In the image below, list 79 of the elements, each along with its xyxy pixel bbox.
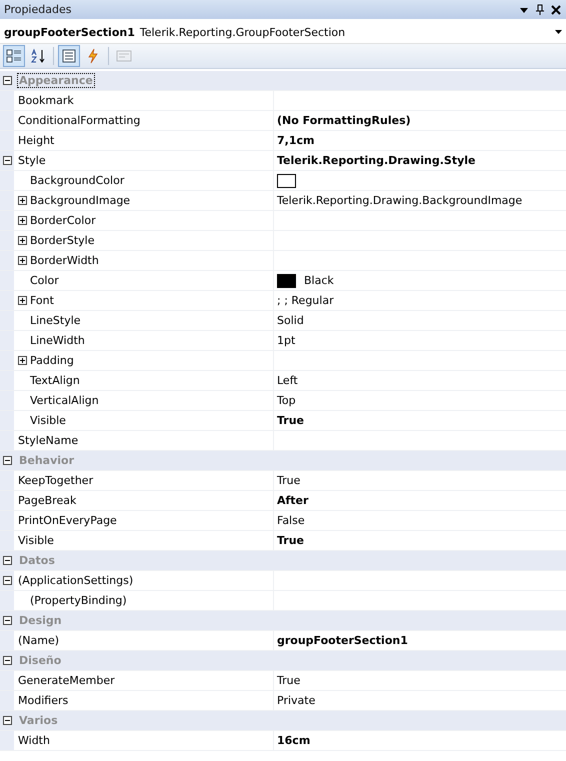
collapse-icon[interactable] xyxy=(2,156,12,165)
category-header[interactable]: Diseño xyxy=(14,651,566,670)
property-name: KeepTogether xyxy=(18,474,94,487)
expand-icon[interactable] xyxy=(18,216,27,225)
expand-icon[interactable] xyxy=(18,196,27,205)
object-name: groupFooterSection1 xyxy=(4,26,135,38)
property-name: StyleName xyxy=(18,434,78,447)
property-value: True xyxy=(277,414,304,427)
close-icon[interactable] xyxy=(550,4,562,16)
property-name: Modifiers xyxy=(18,694,68,707)
property-value: Top xyxy=(277,394,296,407)
property-name: PrintOnEveryPage xyxy=(18,514,117,527)
sort-icon xyxy=(30,48,46,64)
categorized-icon xyxy=(6,48,22,64)
property-name: VerticalAlign xyxy=(30,394,99,407)
collapse-icon[interactable] xyxy=(2,556,12,565)
collapse-icon[interactable] xyxy=(2,456,12,465)
property-value: True xyxy=(277,534,304,547)
category-header[interactable]: Design xyxy=(14,611,566,630)
property-value: 7,1cm xyxy=(277,134,314,147)
property-value: Solid xyxy=(277,314,304,327)
property-name: Visible xyxy=(30,414,66,427)
property-value: 1pt xyxy=(277,334,296,347)
pages-icon xyxy=(116,48,132,64)
collapse-icon[interactable] xyxy=(2,716,12,725)
category-header[interactable]: Behavior xyxy=(14,451,566,470)
expand-icon[interactable] xyxy=(18,236,27,245)
collapse-icon[interactable] xyxy=(2,76,12,85)
property-value: Left xyxy=(277,374,298,387)
window-title: Propiedades xyxy=(4,3,72,16)
toolbar-button[interactable] xyxy=(58,45,80,67)
property-value: True xyxy=(277,474,300,487)
property-name: Color xyxy=(30,274,59,287)
property-value: groupFooterSection1 xyxy=(277,634,408,647)
property-name: PageBreak xyxy=(18,494,76,507)
category-header[interactable]: Varios xyxy=(14,711,566,730)
category-header[interactable]: Appearance xyxy=(14,71,566,90)
property-name: ConditionalFormatting xyxy=(18,114,140,127)
property-name: BorderWidth xyxy=(30,254,99,267)
property-name: BackgroundColor xyxy=(30,174,124,187)
pin-icon[interactable] xyxy=(534,4,546,16)
property-value: (No FormattingRules) xyxy=(277,114,411,127)
expand-icon[interactable] xyxy=(18,356,27,365)
property-name: (ApplicationSettings) xyxy=(18,574,134,587)
property-value: ; ; Regular xyxy=(277,294,334,307)
object-type: Telerik.Reporting.GroupFooterSection xyxy=(140,26,346,38)
property-name: Height xyxy=(18,134,54,147)
property-name: BorderColor xyxy=(30,214,96,227)
property-name: Visible xyxy=(18,534,54,547)
property-name: LineWidth xyxy=(30,334,85,347)
property-name: Bookmark xyxy=(18,94,74,107)
property-value: Telerik.Reporting.Drawing.BackgroundImage xyxy=(277,194,522,207)
property-name: Style xyxy=(18,154,46,167)
property-name: GenerateMember xyxy=(18,674,115,687)
property-value: Black xyxy=(304,274,334,287)
property-value: False xyxy=(277,514,305,527)
property-value: True xyxy=(277,674,300,687)
property-value: After xyxy=(277,494,308,507)
collapse-icon[interactable] xyxy=(2,616,12,625)
property-value: 16cm xyxy=(277,734,310,747)
property-name: (PropertyBinding) xyxy=(30,594,127,607)
expand-icon[interactable] xyxy=(18,256,27,265)
property-name: Padding xyxy=(30,354,74,367)
property-name: TextAlign xyxy=(30,374,80,387)
property-name: LineStyle xyxy=(30,314,81,327)
property-value: Telerik.Reporting.Drawing.Style xyxy=(277,154,476,167)
expand-icon[interactable] xyxy=(18,296,27,305)
property-value: Private xyxy=(277,694,316,707)
property-name: Width xyxy=(18,734,50,747)
list-icon xyxy=(61,48,77,64)
property-name: (Name) xyxy=(18,634,60,647)
toolbar-button[interactable] xyxy=(3,45,25,67)
category-header[interactable]: Datos xyxy=(14,551,566,570)
caret-icon xyxy=(555,30,562,34)
property-name: Font xyxy=(30,294,54,307)
property-name: BackgroundImage xyxy=(30,194,130,207)
property-name: BorderStyle xyxy=(30,234,95,247)
collapse-icon[interactable] xyxy=(2,576,12,585)
collapse-icon[interactable] xyxy=(2,656,12,665)
